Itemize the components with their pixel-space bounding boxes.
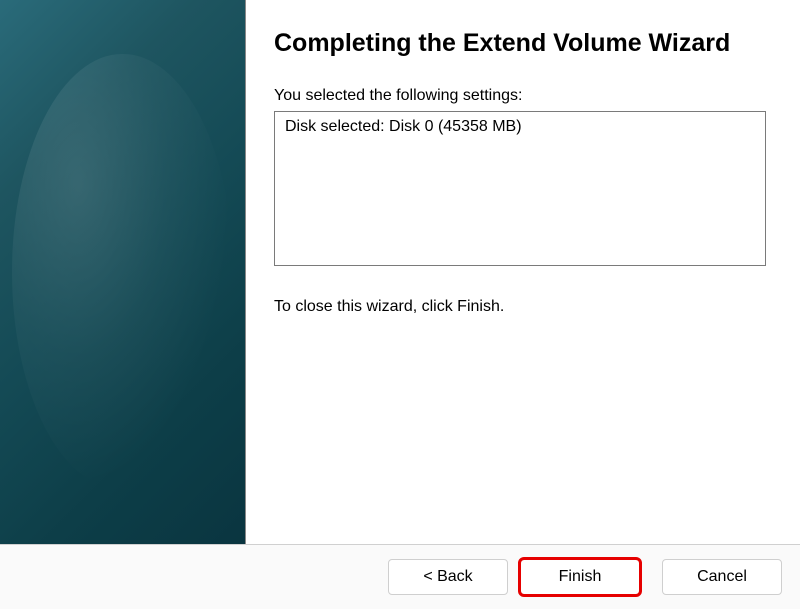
settings-summary-line: Disk selected: Disk 0 (45358 MB) [285,118,755,136]
wizard-main-panel: Completing the Extend Volume Wizard You … [246,0,800,544]
cancel-button[interactable]: Cancel [662,559,782,595]
wizard-title: Completing the Extend Volume Wizard [274,28,766,59]
extend-volume-wizard: Completing the Extend Volume Wizard You … [0,0,800,609]
wizard-button-row: < Back Finish Cancel [0,545,800,609]
back-button[interactable]: < Back [388,559,508,595]
settings-summary-label: You selected the following settings: [274,87,766,105]
wizard-sidebar-graphic [0,0,246,544]
settings-summary-box[interactable]: Disk selected: Disk 0 (45358 MB) [274,111,766,266]
close-instruction-text: To close this wizard, click Finish. [274,298,766,316]
wizard-body: Completing the Extend Volume Wizard You … [0,0,800,545]
finish-button[interactable]: Finish [520,559,640,595]
